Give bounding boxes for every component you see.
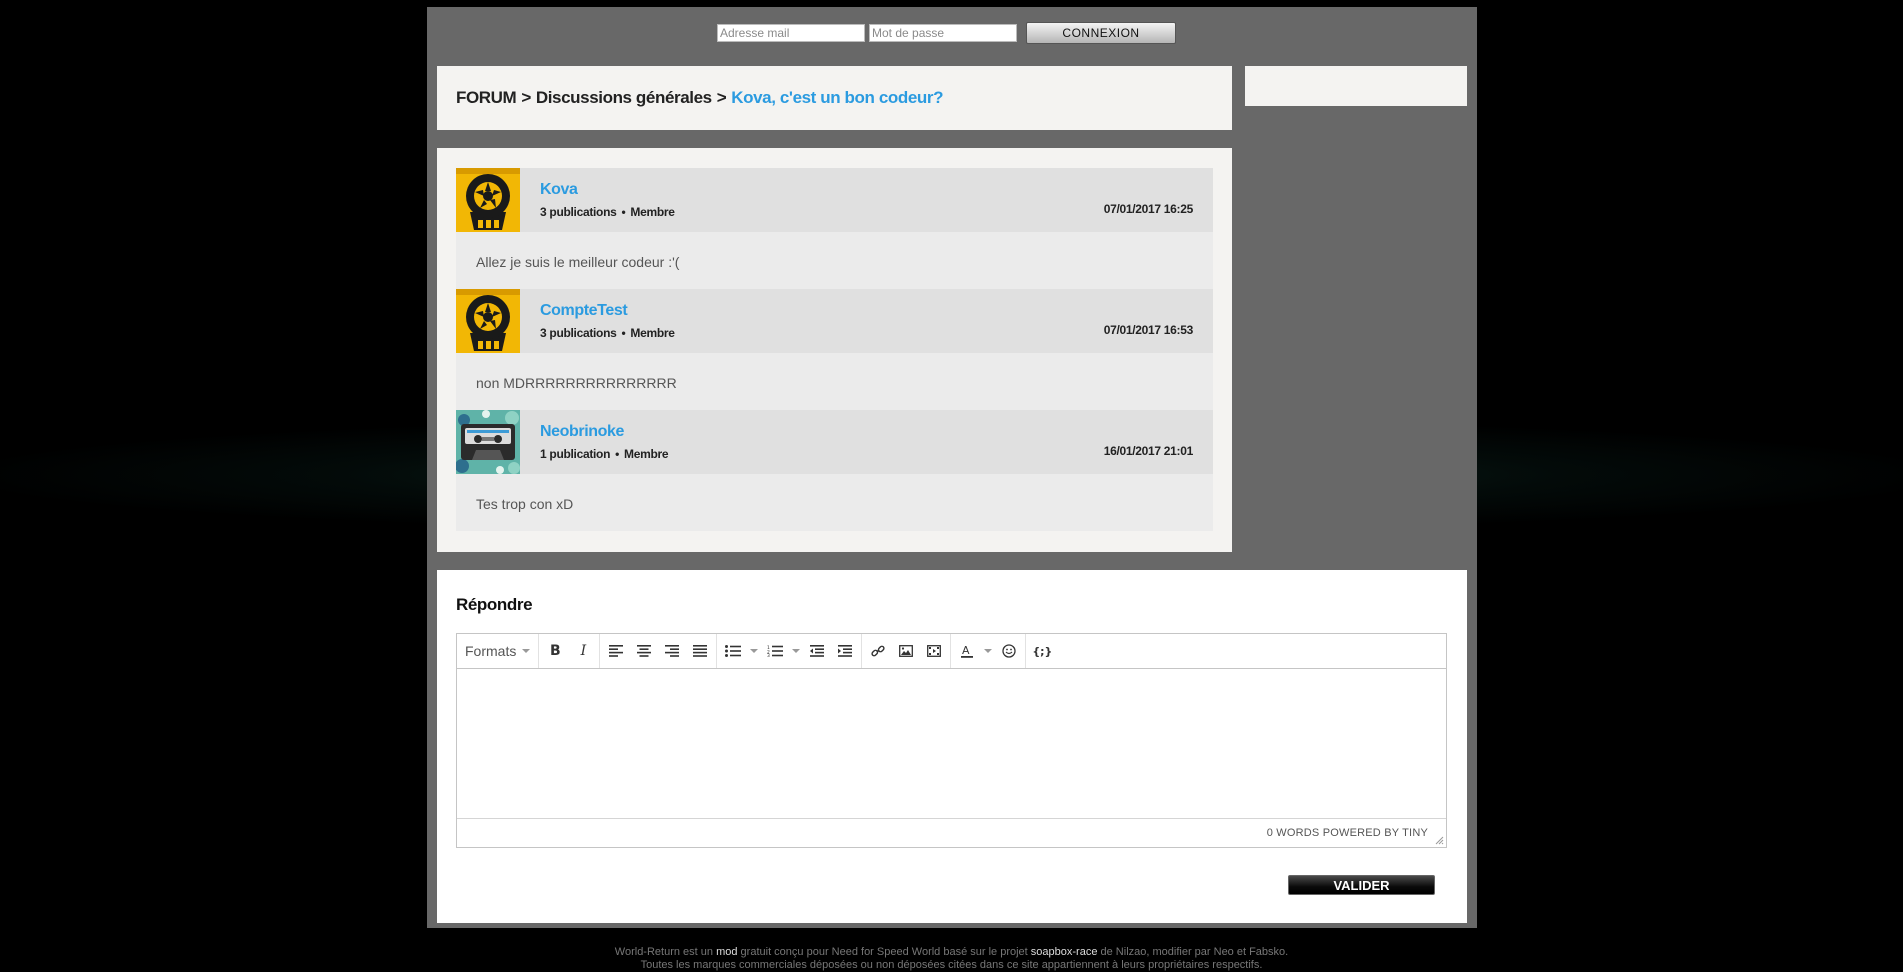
footer-text: World-Return est un <box>614 946 714 958</box>
forum-post: CompteTest 3 publications • Membre 07/01/2… <box>456 289 1213 410</box>
post-meta: 1 publication • Membre <box>540 447 669 461</box>
toolbar-group-lists: 123 <box>717 634 863 668</box>
post-list: Kova 3 publications • Membre 07/01/2017 16… <box>456 168 1213 531</box>
editor-toolbar: Formats B I 123 A {;} <box>457 634 1446 669</box>
email-input[interactable] <box>717 24 865 42</box>
meta-separator: • <box>621 205 626 219</box>
post-header: CompteTest 3 publications • Membre 07/01/2… <box>456 289 1213 353</box>
post-publication-count: 1 publication <box>540 447 611 461</box>
footer: World-Return est un mod gratuit conçu po… <box>0 946 1903 972</box>
link-icon[interactable] <box>864 638 892 664</box>
post-body: Allez je suis le meilleur codeur :'( <box>456 232 1213 289</box>
breadcrumb-category-link[interactable]: Discussions générales <box>536 88 712 107</box>
align-justify-icon[interactable] <box>686 638 714 664</box>
footer-project-link[interactable]: soapbox-race <box>1031 946 1098 958</box>
align-left-icon[interactable] <box>602 638 630 664</box>
formats-label: Formats <box>465 643 517 659</box>
wheel-skull-icon[interactable] <box>456 168 520 232</box>
post-author-link[interactable]: CompteTest <box>540 302 628 320</box>
breadcrumb-separator: > <box>716 88 727 107</box>
editor-text-area[interactable] <box>457 669 1446 819</box>
footer-mod-link[interactable]: mod <box>716 946 737 958</box>
bullet-list-icon[interactable] <box>719 638 747 664</box>
numbered-list-icon[interactable]: 123 <box>761 638 789 664</box>
toolbar-group-code: {;} <box>1026 634 1058 668</box>
post-body: Tes trop con xD <box>456 474 1213 531</box>
svg-text:A: A <box>962 644 970 657</box>
toolbar-group-insert <box>862 634 952 668</box>
footer-disclaimer: Toutes les marques commerciales déposées… <box>640 959 1263 971</box>
indent-icon[interactable] <box>831 638 859 664</box>
submit-reply-button[interactable]: VALIDER <box>1288 875 1435 895</box>
footer-text: de Nilzao, modifier par Neo et Fabsko. <box>1100 946 1289 958</box>
text-color-icon[interactable]: A <box>953 638 981 664</box>
toolbar-group-formats: Formats <box>457 634 540 668</box>
forum-post: Neobrinoke 1 publication • Membre 16/01/20… <box>456 410 1213 531</box>
post-date: 07/01/2017 16:25 <box>1103 202 1194 216</box>
italic-icon[interactable]: I <box>569 638 597 664</box>
reply-title: Répondre <box>456 595 533 614</box>
breadcrumb-forum-link[interactable]: FORUM <box>456 88 517 107</box>
meta-separator: • <box>621 326 626 340</box>
chevron-down-icon[interactable] <box>747 638 761 664</box>
footer-text: gratuit conçu pour Need for Speed World … <box>740 946 1028 958</box>
media-icon[interactable] <box>920 638 948 664</box>
svg-text:3: 3 <box>767 653 770 657</box>
breadcrumb-panel: FORUM > Discussions générales > Kova, c'est … <box>437 66 1232 130</box>
post-author-role: Membre <box>624 447 669 461</box>
cassette-icon[interactable] <box>456 410 520 474</box>
post-publication-count: 3 publications <box>540 326 617 340</box>
rich-text-editor: Formats B I 123 A {;} 0 WORDS POWERED BY… <box>456 633 1447 848</box>
post-meta: 3 publications • Membre <box>540 205 675 219</box>
chevron-down-icon[interactable] <box>789 638 803 664</box>
reply-panel: Répondre Formats B I 1 2 3 A {;} 0 WORDS… <box>437 570 1467 923</box>
post-meta: 3 publications • Membre <box>540 326 675 340</box>
post-header: Neobrinoke 1 publication • Membre 16/01/20… <box>456 410 1213 474</box>
meta-separator: • <box>615 447 620 461</box>
post-author-role: Membre <box>630 326 675 340</box>
post-author-link[interactable]: Neobrinoke <box>540 423 624 441</box>
login-button[interactable]: CONNEXION <box>1026 22 1176 44</box>
code-icon[interactable]: {;} <box>1028 638 1056 664</box>
post-author-role: Membre <box>630 205 675 219</box>
outdent-icon[interactable] <box>803 638 831 664</box>
toolbar-group-align <box>600 634 718 668</box>
breadcrumb-separator: > <box>521 88 531 107</box>
word-count-status: 0 WORDS POWERED BY TINY <box>1266 827 1428 839</box>
post-author-link[interactable]: Kova <box>540 181 578 199</box>
toolbar-group-color: A <box>951 634 1027 668</box>
posts-panel: Kova 3 publications • Membre 07/01/2017 16… <box>437 148 1232 552</box>
password-input[interactable] <box>869 24 1017 42</box>
breadcrumb-current-topic: Kova, c'est un bon codeur? <box>731 88 944 107</box>
post-date: 07/01/2017 16:53 <box>1103 323 1194 337</box>
wheel-skull-icon[interactable] <box>456 289 520 353</box>
breadcrumb: FORUM > Discussions générales > Kova, c'est … <box>456 66 943 130</box>
chevron-down-icon <box>522 649 531 653</box>
chevron-down-icon[interactable] <box>981 638 995 664</box>
resize-handle-icon[interactable] <box>1435 836 1444 845</box>
post-header: Kova 3 publications • Membre 07/01/2017 16… <box>456 168 1213 232</box>
post-body: non MDRRRRRRRRRRRRRRR <box>456 353 1213 410</box>
formats-dropdown[interactable]: Formats <box>459 638 536 664</box>
page-frame: CONNEXION FORUM>Discussions générales>Ko… <box>427 7 1477 928</box>
toolbar-group-style: B I <box>539 634 601 668</box>
sidebar-box <box>1245 66 1467 106</box>
align-center-icon[interactable] <box>630 638 658 664</box>
emoticon-icon[interactable] <box>995 638 1023 664</box>
editor-status-bar: 0 WORDS POWERED BY TINY <box>457 818 1446 847</box>
post-publication-count: 3 publications <box>540 205 617 219</box>
forum-post: Kova 3 publications • Membre 07/01/2017 16… <box>456 168 1213 289</box>
align-right-icon[interactable] <box>658 638 686 664</box>
bold-icon[interactable]: B <box>541 638 569 664</box>
image-icon[interactable] <box>892 638 920 664</box>
footer-credits: World-Return est un mod gratuit conçu po… <box>0 946 1903 959</box>
post-date: 16/01/2017 21:01 <box>1103 444 1194 458</box>
